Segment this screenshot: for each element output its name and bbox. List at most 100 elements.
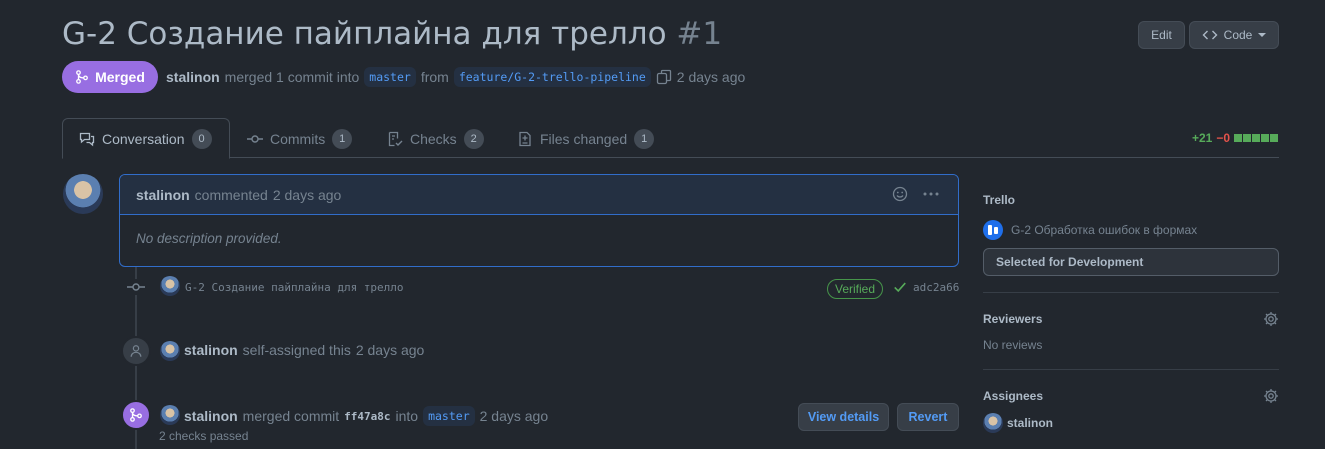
comment-action: commented bbox=[194, 186, 268, 203]
assign-event: stalinon self-assigned this 2 days ago bbox=[184, 342, 424, 358]
trello-list-select[interactable]: Selected for Development bbox=[983, 248, 1279, 276]
assign-text: self-assigned this bbox=[242, 342, 351, 358]
tab-checks[interactable]: Checks 2 bbox=[387, 126, 484, 152]
caret-down-icon bbox=[1258, 33, 1267, 37]
tab-checks-label: Checks bbox=[410, 131, 457, 147]
comment-author[interactable]: stalinon bbox=[136, 187, 190, 203]
base-branch[interactable]: master bbox=[364, 67, 416, 87]
pr-time: 2 days ago bbox=[676, 69, 746, 85]
trello-card-label: G-2 Обработка ошибок в формах bbox=[1011, 223, 1198, 237]
comment-actions bbox=[892, 186, 940, 202]
verified-badge[interactable]: Verified bbox=[827, 279, 884, 299]
merge-text: merged 1 commit into bbox=[224, 69, 360, 85]
merge-text: merged commit bbox=[242, 408, 340, 424]
file-diff-icon bbox=[519, 131, 531, 147]
gear-icon[interactable] bbox=[1263, 311, 1279, 327]
git-merge-icon bbox=[130, 408, 142, 422]
smiley-icon[interactable] bbox=[892, 186, 908, 202]
merge-user-avatar[interactable] bbox=[160, 405, 180, 425]
assignee-avatar bbox=[983, 413, 1003, 433]
trello-card[interactable]: G-2 Обработка ошибок в формах bbox=[983, 220, 1197, 240]
reviewers-heading[interactable]: Reviewers bbox=[983, 312, 1042, 326]
sidebar-divider bbox=[983, 369, 1279, 370]
tab-files-changed-label: Files changed bbox=[540, 131, 628, 147]
git-commit-icon bbox=[127, 279, 145, 295]
diffstat-block bbox=[1252, 134, 1261, 142]
git-commit-icon bbox=[247, 135, 263, 143]
diffstat: +21 −0 bbox=[1192, 131, 1279, 145]
trello-icon bbox=[983, 220, 1003, 240]
tab-files-changed-count: 1 bbox=[634, 129, 655, 149]
from-text: from bbox=[420, 69, 449, 85]
merge-branch[interactable]: master bbox=[423, 406, 475, 426]
tab-divider bbox=[62, 157, 1279, 158]
trello-list-label: Selected for Development bbox=[996, 255, 1144, 269]
check-icon bbox=[894, 282, 906, 293]
merge-into: into bbox=[395, 408, 419, 424]
pr-title: G-2 Создание пайплайна для трелло #1 bbox=[62, 16, 722, 52]
assignee-name: stalinon bbox=[1007, 416, 1054, 430]
diffstat-additions: +21 bbox=[1192, 131, 1213, 145]
merged-status-label: Merged bbox=[95, 69, 145, 85]
checks-passed: 2 checks passed bbox=[159, 429, 249, 443]
kebab-horizontal-icon[interactable] bbox=[922, 186, 940, 202]
comment-box: stalinon commented 2 days ago No descrip… bbox=[119, 174, 959, 267]
pr-title-text: G-2 Создание пайплайна для трелло bbox=[62, 16, 667, 52]
git-merge-icon bbox=[76, 70, 88, 84]
revert-button[interactable]: Revert bbox=[897, 403, 959, 431]
author-avatar[interactable] bbox=[63, 174, 103, 214]
view-details-label: View details bbox=[807, 410, 880, 424]
tab-conversation-label: Conversation bbox=[102, 131, 185, 147]
tab-commits-label: Commits bbox=[270, 131, 326, 147]
assignees-heading[interactable]: Assignees bbox=[983, 389, 1043, 403]
diffstat-block bbox=[1261, 134, 1270, 142]
assign-user-avatar[interactable] bbox=[160, 341, 180, 361]
commit-sha[interactable]: adc2a66 bbox=[913, 281, 959, 294]
tab-commits-count: 1 bbox=[332, 129, 353, 149]
assignee-item[interactable]: stalinon bbox=[983, 413, 1053, 433]
diffstat-deletions: −0 bbox=[1216, 131, 1231, 145]
person-icon bbox=[130, 345, 142, 357]
commit-message[interactable]: G-2 Создание пайплайна для трелло bbox=[185, 281, 404, 294]
comment-time[interactable]: 2 days ago bbox=[273, 187, 342, 203]
tab-conversation[interactable]: Conversation 0 bbox=[79, 126, 212, 152]
checklist-icon bbox=[388, 131, 403, 147]
sidebar-divider bbox=[983, 292, 1279, 293]
tab-files-changed[interactable]: Files changed 1 bbox=[517, 126, 655, 152]
merge-user[interactable]: stalinon bbox=[184, 408, 238, 424]
merge-event: stalinon merged commit ff47a8c into mast… bbox=[184, 406, 548, 426]
pr-meta: stalinon merged 1 commit into master fro… bbox=[166, 67, 745, 87]
diffstat-blocks bbox=[1234, 134, 1279, 142]
trello-heading: Trello bbox=[983, 193, 1016, 207]
merge-sha[interactable]: ff47a8c bbox=[344, 410, 390, 423]
tab-conversation-count: 0 bbox=[191, 129, 212, 149]
copy-icon[interactable] bbox=[656, 69, 672, 85]
gear-icon[interactable] bbox=[1263, 388, 1279, 404]
tab-checks-count: 2 bbox=[463, 129, 484, 149]
verified-label: Verified bbox=[835, 282, 876, 296]
comment-discussion-icon bbox=[79, 132, 95, 147]
assign-user[interactable]: stalinon bbox=[184, 342, 238, 358]
commit-sha-group: adc2a66 bbox=[893, 280, 959, 294]
tab-commits[interactable]: Commits 1 bbox=[247, 126, 353, 152]
comment-body: No description provided. bbox=[136, 231, 282, 246]
author-link[interactable]: stalinon bbox=[166, 69, 220, 85]
merge-time[interactable]: 2 days ago bbox=[480, 408, 549, 424]
code-button[interactable]: Code bbox=[1189, 21, 1279, 49]
diffstat-block bbox=[1234, 134, 1243, 142]
edit-button-label: Edit bbox=[1151, 28, 1172, 42]
revert-label: Revert bbox=[908, 410, 948, 424]
code-button-label: Code bbox=[1223, 28, 1253, 42]
code-icon bbox=[1202, 30, 1218, 40]
head-branch[interactable]: feature/G-2-trello-pipeline bbox=[453, 67, 651, 87]
person-event-icon bbox=[121, 336, 151, 366]
assign-time[interactable]: 2 days ago bbox=[356, 342, 425, 358]
view-details-button[interactable]: View details bbox=[798, 403, 889, 431]
reviewers-value: No reviews bbox=[983, 338, 1043, 352]
merged-status-badge: Merged bbox=[62, 61, 158, 93]
comment-header: stalinon commented 2 days ago bbox=[120, 175, 958, 215]
diffstat-block bbox=[1243, 134, 1252, 142]
edit-button[interactable]: Edit bbox=[1138, 21, 1185, 49]
pr-number: #1 bbox=[676, 16, 723, 52]
commit-author-avatar[interactable] bbox=[160, 276, 180, 296]
